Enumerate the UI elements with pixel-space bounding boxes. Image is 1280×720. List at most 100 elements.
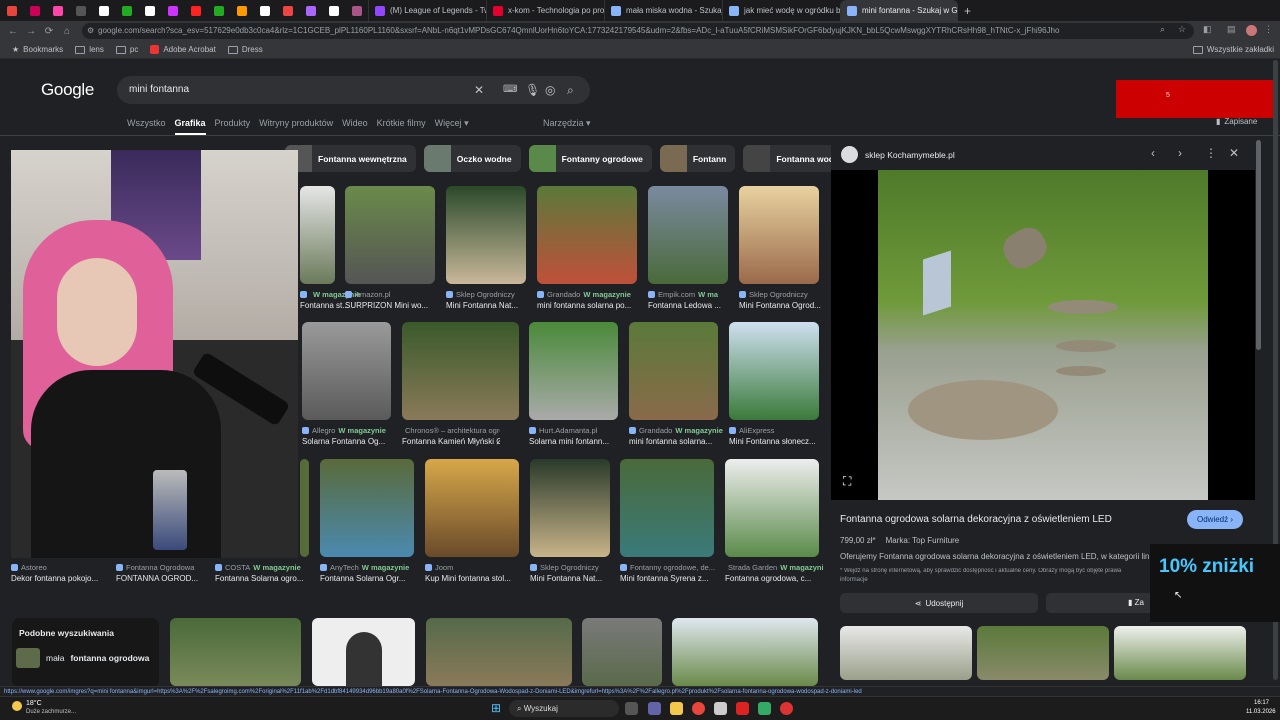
pinned-tab[interactable] bbox=[115, 0, 138, 21]
result-image[interactable] bbox=[170, 618, 301, 686]
reload-icon[interactable]: ⟳ bbox=[40, 26, 58, 37]
pinned-tab[interactable] bbox=[253, 0, 276, 21]
filter-grafika[interactable]: Grafika bbox=[174, 118, 206, 135]
next-icon[interactable]: › bbox=[1178, 146, 1182, 160]
mic-icon[interactable]: 🎙 bbox=[525, 76, 540, 104]
app-icon[interactable] bbox=[714, 702, 727, 715]
result-image[interactable] bbox=[629, 322, 718, 420]
result-image[interactable] bbox=[312, 618, 415, 686]
similar-image[interactable] bbox=[840, 626, 972, 680]
pinned-tab[interactable] bbox=[92, 0, 115, 21]
saved-button[interactable]: ▮ Zapisane bbox=[1216, 117, 1257, 126]
panel-scrollbar[interactable] bbox=[1256, 140, 1261, 350]
result-image[interactable] bbox=[300, 186, 335, 284]
filter-witryny[interactable]: Witryny produktów bbox=[259, 118, 333, 135]
result-image[interactable] bbox=[648, 186, 728, 284]
search-icon[interactable]: ⌕ bbox=[567, 76, 574, 104]
result-image[interactable] bbox=[620, 459, 714, 557]
more-icon[interactable]: ⋮ bbox=[1205, 146, 1217, 160]
chip-fontanny-ogrodowe[interactable]: Fontanny ogrodowe bbox=[528, 145, 652, 172]
result-image[interactable] bbox=[725, 459, 819, 557]
bookmark-star-icon[interactable]: ☆ bbox=[1178, 24, 1186, 35]
result-image[interactable] bbox=[672, 618, 818, 686]
result-image[interactable] bbox=[582, 618, 662, 686]
result-caption[interactable]: Amazon.pl SURPRIZON Mini wo... bbox=[345, 289, 443, 310]
chrome-icon[interactable] bbox=[692, 702, 705, 715]
taskbar-search[interactable]: ⌕ Wyszukaj bbox=[509, 700, 619, 717]
result-image[interactable] bbox=[529, 322, 618, 420]
pinned-tab[interactable] bbox=[230, 0, 253, 21]
new-tab-button[interactable]: + bbox=[958, 0, 977, 21]
bookmark-lens[interactable]: lens bbox=[75, 45, 104, 54]
windows-start-icon[interactable]: ⊞ bbox=[491, 702, 504, 715]
chip-oczko-wodne[interactable]: Oczko wodne bbox=[423, 145, 521, 172]
pinned-tab[interactable] bbox=[184, 0, 207, 21]
browser-tab[interactable]: jak mieć wodę w ogródku bez bbox=[722, 0, 840, 21]
all-bookmarks[interactable]: Wszystkie zakładki bbox=[1192, 45, 1274, 54]
result-caption[interactable]: Empik.com W ma Fontanna Ledowa ... bbox=[648, 289, 746, 310]
visit-button[interactable]: Odwiedź › bbox=[1187, 510, 1244, 529]
bookmark-pc[interactable]: pc bbox=[115, 45, 138, 54]
result-caption[interactable]: Allegro W magazynie Solarna Fontanna Og... bbox=[302, 425, 400, 446]
filter-wideo[interactable]: Wideo bbox=[342, 118, 368, 135]
product-title[interactable]: Fontanna ogrodowa solarna dekoracyjna z … bbox=[840, 514, 1180, 525]
result-caption[interactable]: Sklep Ogrodniczy Mini Fontanna Nat... bbox=[530, 562, 628, 583]
bookmark-bookmarks[interactable]: ★ Bookmarks bbox=[12, 45, 63, 54]
pinned-tab[interactable] bbox=[138, 0, 161, 21]
filter-wiecej[interactable]: Więcej ▾ bbox=[435, 118, 469, 135]
result-caption[interactable]: Chronos® – architektura ogrod... Fontanna… bbox=[402, 425, 500, 447]
keyboard-icon[interactable]: ⌨ bbox=[503, 76, 517, 104]
pinned-tab[interactable] bbox=[276, 0, 299, 21]
weather-temp[interactable]: 18°C bbox=[26, 700, 42, 707]
extensions-icon[interactable]: ◧ bbox=[1203, 24, 1212, 35]
result-caption[interactable]: AliExpress Mini Fontanna słonecz... bbox=[729, 425, 827, 446]
result-image[interactable] bbox=[537, 186, 637, 284]
bookmark-acrobat[interactable]: Adobe Acrobat bbox=[150, 45, 216, 54]
sidepanel-icon[interactable]: ▤ bbox=[1227, 24, 1236, 35]
lens-search-icon[interactable]: ⛶ bbox=[843, 474, 851, 489]
similar-image[interactable] bbox=[977, 626, 1109, 680]
result-image[interactable] bbox=[302, 322, 391, 420]
pinned-tab[interactable] bbox=[345, 0, 368, 21]
result-image[interactable] bbox=[426, 618, 572, 686]
camera-lens-icon[interactable]: ◎ bbox=[545, 76, 555, 104]
result-image[interactable] bbox=[425, 459, 519, 557]
pinned-tab[interactable] bbox=[299, 0, 322, 21]
result-caption[interactable]: AnyTech W magazynie Fontanna Solarna Ogr..… bbox=[320, 562, 418, 583]
result-caption[interactable]: Fontanna Ogrodowa FONTANNA OGROD... bbox=[116, 562, 214, 583]
browser-tab[interactable]: (M) League of Legends - Twitc bbox=[368, 0, 486, 21]
site-name[interactable]: sklep Kochamymeble.pl bbox=[865, 150, 955, 160]
clock-date[interactable]: 11.03.2026 bbox=[1246, 709, 1276, 715]
result-caption[interactable]: Grandado W magazynie mini fontanna solarna… bbox=[629, 425, 727, 446]
task-view-icon[interactable] bbox=[625, 702, 638, 715]
result-image[interactable] bbox=[739, 186, 819, 284]
forward-icon[interactable]: → bbox=[22, 26, 40, 37]
google-logo[interactable]: Google bbox=[41, 80, 94, 100]
chip-fontanna-wewnetrzna[interactable]: Fontanna wewnętrzna bbox=[285, 145, 416, 172]
result-caption[interactable]: Sklep Ogrodniczy Mini Fontanna Ogrod... bbox=[739, 289, 837, 310]
result-image[interactable] bbox=[729, 322, 819, 420]
related-item[interactable]: mała fontanna ogrodowa bbox=[16, 648, 149, 668]
result-caption[interactable]: COSTA W magazynie Fontanna Solarna ogro... bbox=[215, 562, 313, 583]
teams-icon[interactable] bbox=[648, 702, 661, 715]
result-caption[interactable]: Fontanny ogrodowe, de... Mini fontanna Sy… bbox=[620, 562, 718, 583]
back-icon[interactable]: ← bbox=[4, 26, 22, 37]
address-bar[interactable]: ⚙ google.com/search?sca_esv=517629e0db3c… bbox=[82, 23, 1194, 39]
clock-time[interactable]: 16:17 bbox=[1254, 700, 1269, 706]
pinned-tab[interactable] bbox=[207, 0, 230, 21]
share-button[interactable]: ⋖ Udostępnij bbox=[840, 593, 1038, 613]
chip-fontann[interactable]: Fontann bbox=[659, 145, 736, 172]
pinned-tab[interactable] bbox=[69, 0, 92, 21]
result-caption[interactable]: Grandado W magazynie mini fontanna solarna… bbox=[537, 289, 635, 310]
similar-image[interactable] bbox=[1114, 626, 1246, 680]
browser-tab[interactable]: mini fontanna - Szukaj w Goo bbox=[840, 0, 958, 21]
weather-desc[interactable]: Duże zachmurze... bbox=[26, 709, 76, 715]
filter-wszystko[interactable]: Wszystko bbox=[127, 118, 166, 135]
result-caption[interactable]: Strada Garden W magazynie Fontanna ogrodow… bbox=[725, 562, 823, 584]
pinned-tab[interactable] bbox=[161, 0, 184, 21]
result-caption[interactable]: Joom Kup Mini fontanna stol... bbox=[425, 562, 523, 583]
tools-button[interactable]: Narzędzia ▾ bbox=[543, 118, 591, 129]
browser-tab[interactable]: x-kom - Technologia po prost bbox=[486, 0, 604, 21]
result-caption[interactable]: Hurt.Adamanta.pl Solarna mini fontann... bbox=[529, 425, 627, 446]
file-explorer-icon[interactable] bbox=[670, 702, 683, 715]
